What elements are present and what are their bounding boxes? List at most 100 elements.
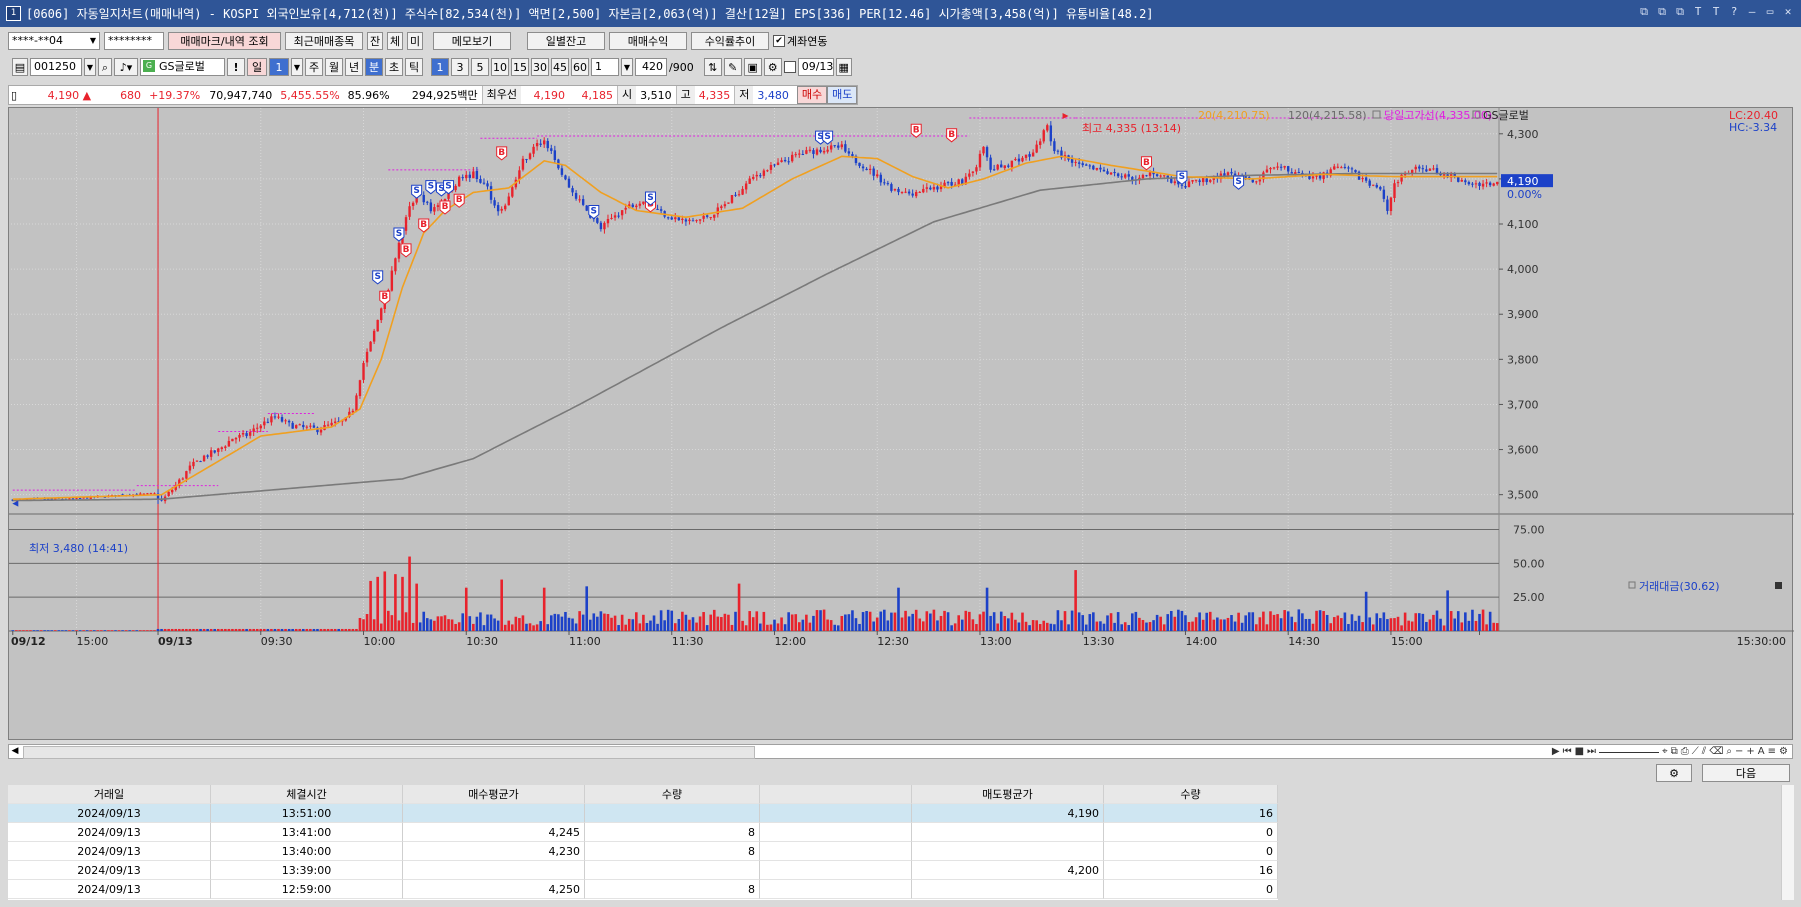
stock-name-field[interactable]: G GS글로벌 [140, 58, 225, 76]
table-row[interactable]: 2024/09/13 13:39:00 4,200 16 [8, 861, 1278, 880]
close-icon[interactable]: ✕ [1781, 4, 1795, 20]
date-input[interactable]: 09/13 [797, 58, 834, 76]
account-select[interactable]: ****-**04 ▼ [8, 32, 100, 50]
day-count[interactable]: 1 [269, 58, 289, 76]
settings-icon[interactable]: ⚙ [1779, 745, 1788, 758]
minimize-icon[interactable]: — [1745, 4, 1759, 20]
memo-button[interactable]: 메모보기 [433, 32, 511, 50]
draw-tool-icon[interactable]: ✎ [723, 58, 742, 76]
col-trade-date[interactable]: 거래일 [8, 785, 211, 804]
return-trend-button[interactable]: 수익률추이 [691, 32, 769, 50]
unfilled-button[interactable]: 미 [407, 32, 423, 50]
fast-forward-icon[interactable]: ⏭ [1587, 745, 1596, 758]
volume-bar [174, 628, 178, 631]
gear-icon[interactable]: ⚙ [763, 58, 782, 76]
col-buy-avg[interactable]: 매수평균가 [403, 785, 585, 804]
interval-1[interactable]: 1 [431, 58, 449, 76]
restore-layout-icon[interactable]: ⧉ [1673, 4, 1687, 20]
text-tool-icon[interactable]: A [1758, 745, 1765, 758]
chevron-down-icon[interactable]: ▼ [621, 58, 633, 76]
rewind-icon[interactable]: ⏮ [1563, 745, 1572, 758]
zoom-out-icon[interactable]: − [1735, 745, 1743, 758]
daily-balance-button[interactable]: 일별잔고 [527, 32, 605, 50]
interval-30[interactable]: 30 [531, 58, 549, 76]
col-exec-time[interactable]: 체결시간 [211, 785, 403, 804]
year-button[interactable]: 년 [345, 58, 363, 76]
list-icon[interactable]: ≡ [1768, 745, 1776, 758]
interval-5[interactable]: 5 [471, 58, 489, 76]
recent-trades-button[interactable]: 최근매매종목 [285, 32, 363, 50]
col-sell-qty[interactable]: 수량 [1104, 785, 1278, 804]
table-row[interactable]: 2024/09/13 13:51:00 4,190 16 [8, 804, 1278, 823]
password-field[interactable]: ******** [104, 32, 164, 50]
trade-profit-button[interactable]: 매매수익 [609, 32, 687, 50]
calendar-icon[interactable]: ▦ [835, 58, 852, 76]
interval-15[interactable]: 15 [511, 58, 529, 76]
scroll-thumb[interactable] [23, 746, 755, 759]
legend-toggle-icon[interactable] [1372, 110, 1381, 119]
alert-button[interactable]: ! [227, 58, 245, 76]
price-volume-chart[interactable]: BBBBBBBBBBSSSSSSSSSSSS 4,3004,2004,1004,… [9, 108, 1794, 741]
trend-tool-icon[interactable]: ⟋ [1692, 745, 1699, 758]
save-icon[interactable]: ▣ [743, 58, 762, 76]
period-count-input[interactable]: 1 [591, 58, 619, 76]
pane-close-icon[interactable] [1775, 582, 1782, 589]
col-sell-avg[interactable]: 매도평균가 [912, 785, 1104, 804]
chart-tool-icon[interactable]: ⇅ [703, 58, 722, 76]
stock-code-input[interactable]: 001250 [30, 58, 82, 76]
speaker-icon[interactable]: ♪▾ [114, 58, 138, 76]
volume-bar [1084, 624, 1088, 631]
cascade-icon[interactable]: ⧉ [1655, 4, 1669, 20]
copy-icon[interactable]: ⧉ [1671, 745, 1678, 758]
chart-area[interactable]: BBBBBBBBBBSSSSSSSSSSSS 4,3004,2004,1004,… [8, 107, 1794, 741]
table-row[interactable]: 2024/09/13 13:41:00 4,245 8 0 [8, 823, 1278, 842]
table-row[interactable]: 2024/09/13 12:59:00 4,250 8 0 [8, 880, 1278, 899]
account-link-checkbox[interactable]: ✔ 계좌연동 [773, 33, 827, 49]
zoom-in-icon[interactable]: + [1746, 745, 1754, 758]
interval-10[interactable]: 10 [491, 58, 509, 76]
grid-settings-button[interactable]: ⚙ [1656, 764, 1692, 782]
scroll-right-icon[interactable]: ▶ [1552, 745, 1560, 758]
minute-button[interactable]: 분 [365, 58, 383, 76]
fib-tool-icon[interactable]: ⫽ [1702, 745, 1706, 758]
crosshair-icon[interactable]: ⌖ [1662, 745, 1668, 758]
col-buy-qty[interactable]: 수량 [585, 785, 760, 804]
font-down-icon[interactable]: T [1709, 4, 1723, 20]
next-button[interactable]: 다음 [1702, 764, 1790, 782]
second-button[interactable]: 초 [385, 58, 403, 76]
print-icon[interactable]: ⎙ [1681, 745, 1689, 758]
stop-icon[interactable]: ■ [1575, 745, 1584, 758]
interval-60[interactable]: 60 [571, 58, 589, 76]
tile-icon[interactable]: ⧉ [1637, 4, 1651, 20]
layout-icon[interactable]: ▤ [12, 58, 28, 76]
date-checkbox[interactable] [783, 61, 796, 73]
balance-button[interactable]: 잔 [367, 32, 383, 50]
bar-count-input[interactable]: 420 [635, 58, 667, 76]
interval-3[interactable]: 3 [451, 58, 469, 76]
help-icon[interactable]: ? [1727, 4, 1741, 20]
table-scrollbar[interactable] [1781, 785, 1794, 900]
zoom-icon[interactable]: ⌕ [1726, 745, 1732, 758]
buy-button[interactable]: 매수 [796, 86, 828, 104]
interval-45[interactable]: 45 [551, 58, 569, 76]
chevron-down-icon[interactable]: ▼ [84, 58, 96, 76]
table-row[interactable]: 2024/09/13 13:40:00 4,230 8 0 [8, 842, 1278, 861]
chart-scrollbar[interactable]: ◀ ▶ ⏮ ■ ⏭ ⌖ ⧉ ⎙ ⟋ ⫽ ⌫ ⌕ − + A ≡ ⚙ [8, 744, 1793, 759]
tick-button[interactable]: 틱 [405, 58, 423, 76]
speed-slider[interactable] [1599, 745, 1660, 753]
best-bid-1: 4,190 [533, 88, 566, 102]
chevron-down-icon[interactable]: ▼ [291, 58, 303, 76]
buy-marker-icon: B [1140, 156, 1152, 171]
search-icon[interactable]: ⌕ [98, 58, 112, 76]
day-button[interactable]: 일 [247, 58, 267, 76]
font-up-icon[interactable]: T [1691, 4, 1705, 20]
eraser-icon[interactable]: ⌫ [1709, 745, 1723, 758]
maximize-icon[interactable]: ▭ [1763, 4, 1777, 20]
executed-button[interactable]: 체 [387, 32, 403, 50]
volume-toggle-icon[interactable] [1628, 581, 1636, 589]
scroll-left-icon[interactable]: ◀ [9, 745, 21, 758]
week-button[interactable]: 주 [305, 58, 323, 76]
trade-markers-button[interactable]: 매매마크/내역 조회 [168, 32, 281, 50]
month-button[interactable]: 월 [325, 58, 343, 76]
sell-button[interactable]: 매도 [827, 86, 858, 104]
